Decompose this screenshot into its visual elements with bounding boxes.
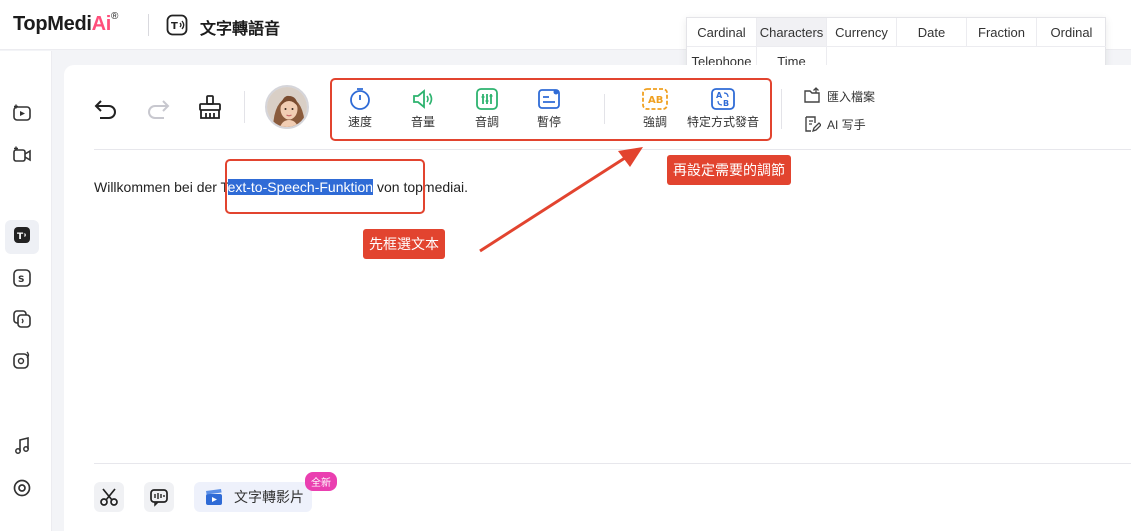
ai-writer-button[interactable]: AI 写手 bbox=[803, 115, 866, 133]
new-badge: 全新 bbox=[305, 472, 337, 491]
subtitle-button[interactable] bbox=[144, 482, 174, 512]
text-to-video-label: 文字轉影片 bbox=[234, 489, 304, 505]
sidebar-item-speech-to-text[interactable]: S bbox=[8, 266, 36, 294]
svg-text:S: S bbox=[18, 275, 24, 285]
sidebar-item-vocal-remover[interactable] bbox=[8, 476, 36, 504]
svg-text:A: A bbox=[716, 91, 723, 100]
svg-text:T: T bbox=[17, 232, 24, 242]
import-file-label: 匯入檔案 bbox=[827, 89, 876, 104]
clapperboard-icon bbox=[206, 489, 222, 505]
option-fraction[interactable]: Fraction bbox=[967, 18, 1037, 47]
pronunciation-ab-icon: AB bbox=[711, 88, 735, 110]
redo-icon bbox=[145, 100, 171, 125]
svg-text:AB: AB bbox=[648, 95, 663, 106]
editor-text-before: Willkommen bei der T bbox=[94, 179, 228, 195]
toolbar-divider bbox=[244, 91, 245, 123]
sidebar-item-video-recorder[interactable] bbox=[8, 143, 36, 171]
tool-pitch-label: 音調 bbox=[474, 115, 499, 129]
voice-copy-icon bbox=[12, 309, 32, 334]
sidebar-item-text-to-speech[interactable]: T bbox=[5, 220, 39, 254]
callout-step1: 先框選文本 bbox=[363, 229, 445, 259]
volume-icon bbox=[413, 89, 433, 109]
tool-group-divider bbox=[604, 94, 605, 124]
callout-step2: 再設定需要的調節 bbox=[667, 155, 791, 185]
sidebar-item-voice-clone[interactable] bbox=[8, 307, 36, 335]
video-add-icon bbox=[12, 103, 32, 128]
selection-highlight-frame bbox=[225, 159, 425, 214]
tool-pitch[interactable]: 音調 bbox=[465, 87, 509, 130]
undo-icon bbox=[93, 100, 119, 125]
undo-button[interactable] bbox=[93, 95, 119, 121]
timer-icon bbox=[350, 88, 370, 110]
tool-pronunciation[interactable]: AB 特定方式發音 bbox=[685, 87, 761, 130]
text-to-speech-icon: T bbox=[13, 226, 31, 249]
annotation-arrow-icon bbox=[479, 147, 643, 253]
folder-import-icon bbox=[804, 87, 820, 103]
camera-icon bbox=[12, 145, 32, 170]
import-file-button[interactable]: 匯入檔案 bbox=[803, 87, 875, 105]
tool-speed-label: 速度 bbox=[347, 115, 372, 129]
pause-text-icon bbox=[538, 89, 560, 109]
tool-pause[interactable]: 暫停 bbox=[527, 87, 571, 130]
header-divider bbox=[148, 14, 149, 36]
option-ordinal[interactable]: Ordinal bbox=[1037, 18, 1106, 47]
tool-emphasis[interactable]: AB 強調 bbox=[633, 87, 677, 130]
sidebar-item-ai-video[interactable] bbox=[8, 101, 36, 129]
sidebar-item-music[interactable] bbox=[8, 434, 36, 462]
option-currency[interactable]: Currency bbox=[827, 18, 897, 47]
toolbar-right-divider bbox=[781, 89, 782, 129]
redo-button[interactable] bbox=[145, 95, 171, 121]
equalizer-icon bbox=[476, 88, 498, 110]
cut-button[interactable] bbox=[94, 482, 124, 512]
scissors-icon bbox=[100, 488, 118, 506]
text-to-video-button[interactable]: 文字轉影片 bbox=[194, 482, 312, 512]
tool-emphasis-label: 強調 bbox=[642, 115, 667, 129]
broom-icon bbox=[197, 95, 223, 124]
disc-icon bbox=[12, 478, 32, 503]
clear-button[interactable] bbox=[197, 94, 223, 120]
tool-volume-label: 音量 bbox=[410, 115, 435, 129]
voice-avatar[interactable] bbox=[265, 85, 309, 129]
music-note-icon bbox=[12, 436, 32, 461]
option-characters[interactable]: Characters bbox=[757, 18, 827, 47]
bottom-divider bbox=[94, 463, 1131, 464]
option-cardinal[interactable]: Cardinal bbox=[687, 18, 757, 47]
subtitle-icon bbox=[150, 489, 168, 507]
text-to-speech-icon: T bbox=[166, 14, 188, 36]
app-logo[interactable]: TopMediAi® bbox=[13, 11, 118, 36]
svg-text:B: B bbox=[723, 99, 729, 108]
tool-pause-label: 暫停 bbox=[536, 115, 561, 129]
tool-volume[interactable]: 音量 bbox=[401, 87, 445, 130]
document-edit-icon bbox=[805, 116, 821, 133]
tool-pronunciation-label: 特定方式發音 bbox=[686, 115, 759, 129]
option-date[interactable]: Date bbox=[897, 18, 967, 47]
emphasis-ab-icon: AB bbox=[642, 88, 668, 110]
ai-writer-label: AI 写手 bbox=[827, 117, 866, 132]
sidebar-item-voice-changer[interactable] bbox=[8, 348, 36, 376]
speech-icon: S bbox=[12, 268, 32, 293]
svg-text:T: T bbox=[171, 21, 178, 32]
voice-changer-icon bbox=[12, 350, 32, 375]
tool-speed[interactable]: 速度 bbox=[338, 87, 382, 130]
page-title: 文字轉語音 bbox=[200, 21, 281, 38]
